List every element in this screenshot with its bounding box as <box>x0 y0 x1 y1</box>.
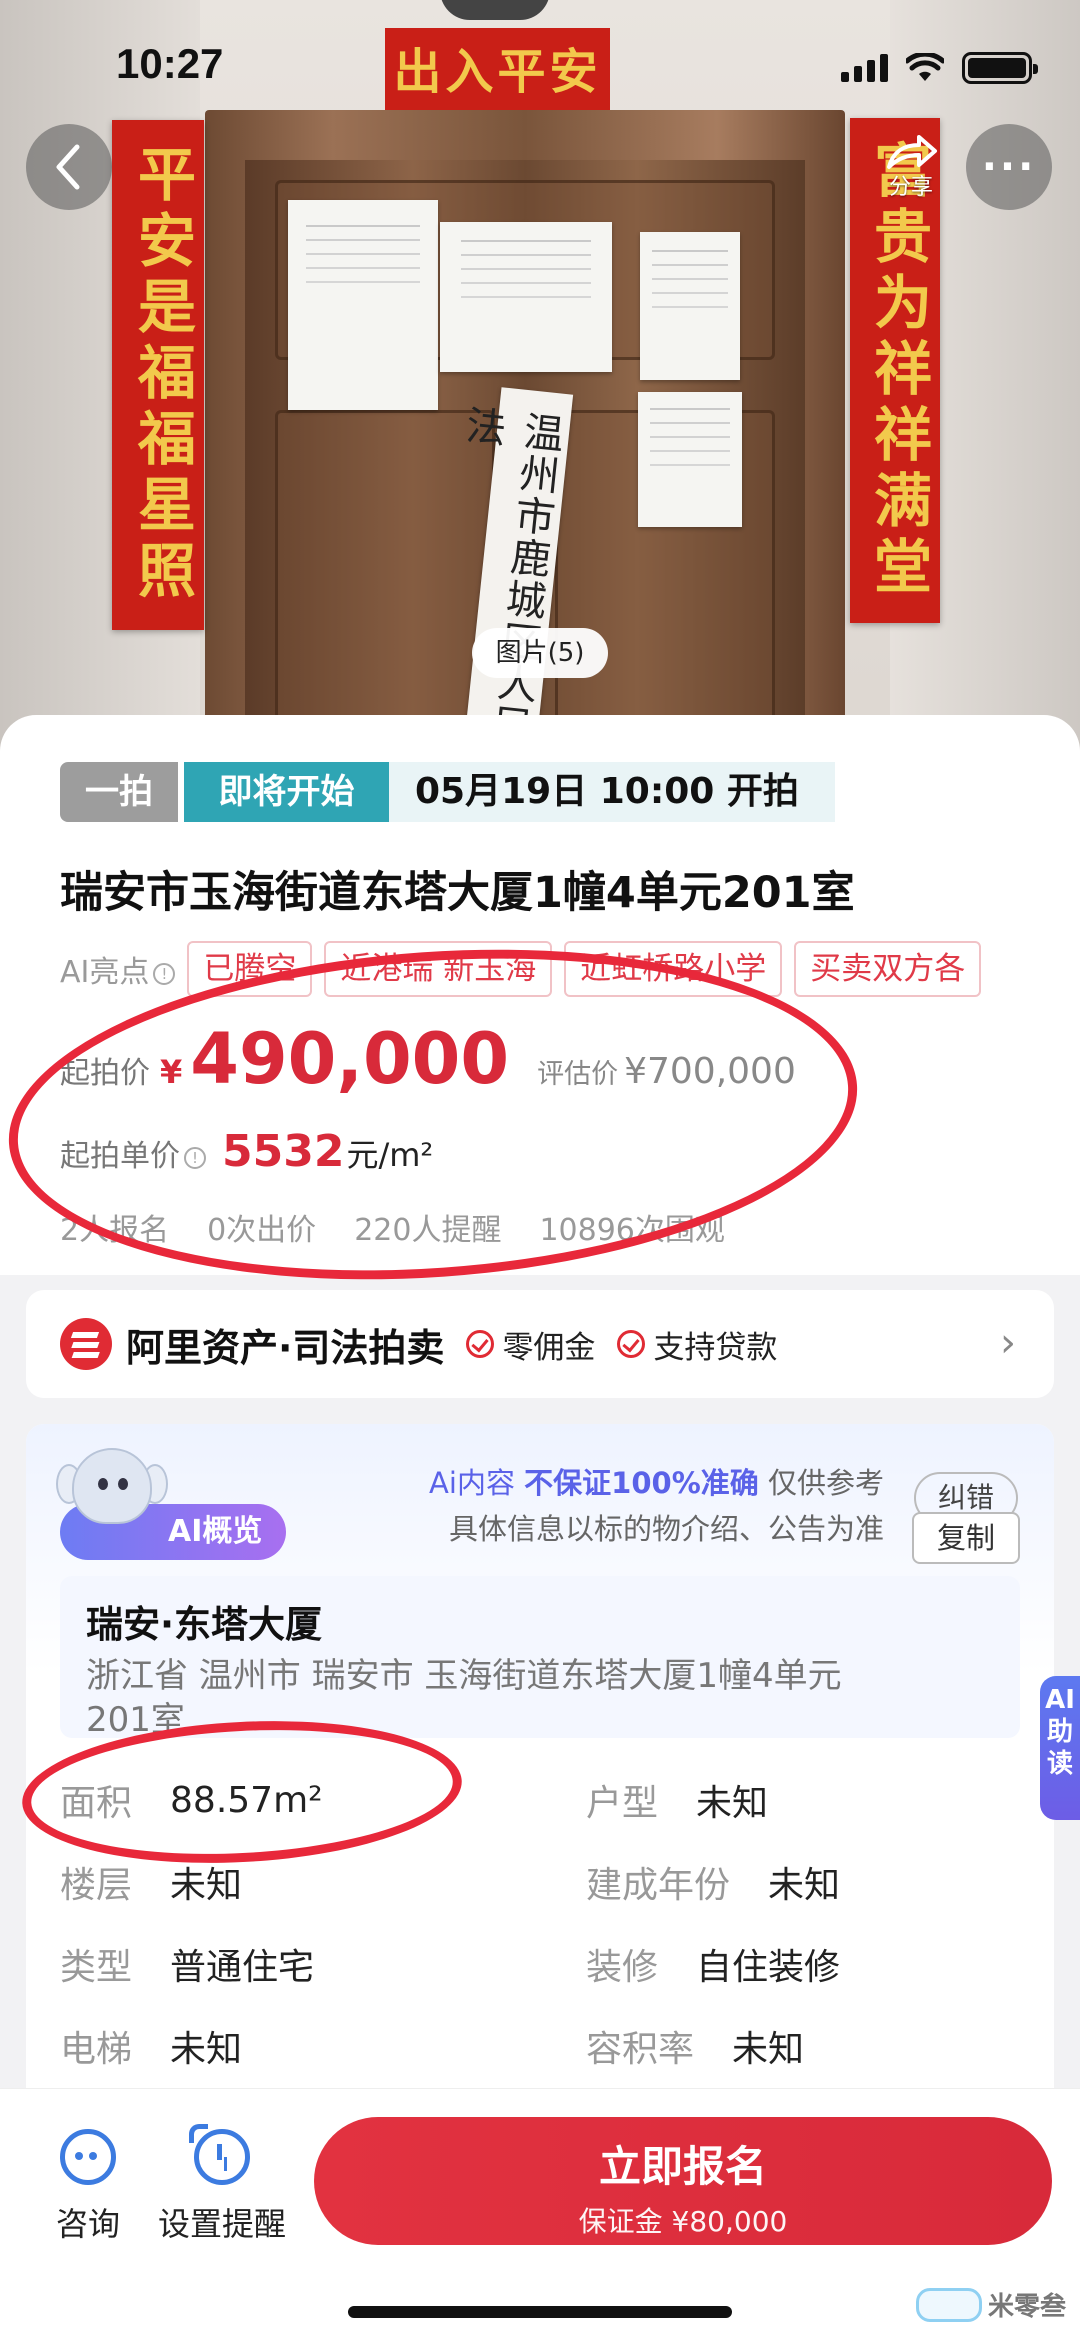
wifi-icon <box>906 53 944 81</box>
door-panel-left <box>275 410 495 740</box>
attr-area: 面积 88.57m² <box>60 1779 323 1825</box>
share-button[interactable]: 分享 <box>868 124 954 210</box>
home-indicator[interactable] <box>348 2306 732 2318</box>
unit-price: 5532 <box>222 1126 345 1177</box>
elephant-mascot-icon <box>56 1442 168 1552</box>
reminder-label: 设置提醒 <box>158 2205 287 2243</box>
status-icons <box>841 52 1038 84</box>
more-button[interactable]: ··· <box>966 124 1052 210</box>
back-button[interactable] <box>26 124 112 210</box>
property-title: 瑞安市玉海街道东塔大厦1幢4单元201室 <box>60 868 855 918</box>
watermark-logo-icon <box>915 2287 982 2322</box>
ai-highlights-label: AI亮点! <box>60 947 176 991</box>
highlight-chip: 近虹桥路小学 <box>564 941 783 997</box>
status-time: 10:27 <box>116 40 224 87</box>
perk-loan-support: 支持贷款 <box>653 1329 778 1366</box>
bid-count: 0次出价 <box>207 1213 317 1248</box>
attr-decoration: 装修 自住装修 <box>586 1947 841 1988</box>
consult-label: 咨询 <box>56 2205 121 2243</box>
round-tag: 一拍 <box>60 762 178 822</box>
highlight-chip: 近港瑞 新玉海 <box>324 941 553 997</box>
ai-disclaimer-line2: 具体信息以标的物介绍、公告为准 <box>448 1512 884 1546</box>
attr-elevator: 电梯 未知 <box>60 2029 243 2070</box>
ai-disclaimer-line1: Ai内容 不保证100%准确 仅供参考 <box>429 1466 884 1500</box>
community-name: 瑞安·东塔大厦 <box>86 1603 323 1646</box>
attr-floor: 楼层 未知 <box>60 1865 243 1906</box>
eval-price: ¥700,000 <box>624 1051 796 1092</box>
currency-symbol: ¥ <box>160 1053 183 1091</box>
start-price-label: 起拍价 <box>60 1056 150 1091</box>
signup-label: 立即报名 <box>598 2142 767 2191</box>
ai-overview-card: AI概览 Ai内容 不保证100%准确 仅供参考 具体信息以标的物介绍、公告为准… <box>26 1424 1054 2114</box>
ai-reading-tab[interactable]: AI助读 <box>1040 1676 1080 1820</box>
alarm-clock-icon <box>189 2124 250 2185</box>
info-icon[interactable]: ! <box>153 962 176 985</box>
unit-price-label: 起拍单价! <box>60 1131 206 1175</box>
status-tag: 即将开始 <box>184 762 389 822</box>
ali-assets-logo-icon <box>60 1318 112 1370</box>
notice-paper <box>440 222 612 372</box>
battery-icon <box>962 52 1038 84</box>
highlight-chip: 已腾空 <box>187 941 313 997</box>
watermark-text: 米零叁 <box>987 2292 1066 2322</box>
notice-paper <box>638 392 742 527</box>
start-time: 05月19日 10:00 开拍 <box>389 762 835 822</box>
chevron-left-icon <box>56 144 80 190</box>
attr-layout: 户型 未知 <box>586 1783 769 1824</box>
highlight-chip: 买卖双方各 <box>794 941 982 997</box>
view-count: 10896次围观 <box>539 1213 725 1248</box>
brand-bar[interactable]: 阿里资产·司法拍卖 零佣金 支持贷款 › <box>26 1290 1054 1398</box>
watermark: 米零叁 <box>915 2286 1066 2323</box>
copy-address-button[interactable]: 复制 <box>912 1512 1020 1564</box>
full-address: 浙江省 温州市 瑞安市 玉海街道东塔大厦1幢4单元201室 <box>86 1656 842 1740</box>
photo-count-badge[interactable]: 图片(5) <box>472 628 608 678</box>
reminder-count: 220人提醒 <box>354 1213 502 1248</box>
attr-plot-ratio: 容积率 未知 <box>586 2029 805 2070</box>
couplet-left: 平安是福福星照 <box>112 120 204 630</box>
signal-icon <box>841 54 888 82</box>
info-icon[interactable]: ! <box>184 1146 206 1169</box>
unit-price-unit: 元/m² <box>346 1136 434 1174</box>
property-photo[interactable]: 出入平安 温州市鹿城区人民法 平安是福福星照 富贵为祥祥满堂 10:27 分享 … <box>0 0 1080 760</box>
consult-button[interactable]: 咨询 <box>56 2129 120 2245</box>
price-row: 起拍价 ¥ 490,000 评估价 ¥700,000 <box>60 1018 796 1100</box>
deposit-text: 保证金 ¥80,000 <box>578 2205 788 2238</box>
share-label: 分享 <box>888 175 933 200</box>
set-reminder-button[interactable]: 设置提醒 <box>158 2124 287 2245</box>
notice-paper <box>640 232 740 380</box>
brand-name: 阿里资产·司法拍卖 <box>126 1325 445 1370</box>
start-price: 490,000 <box>190 1018 510 1100</box>
address-box: 瑞安·东塔大厦 浙江省 温州市 瑞安市 玉海街道东塔大厦1幢4单元201室 <box>60 1576 1020 1740</box>
stats-row: 2人报名 0次出价 220人提醒 10896次围观 <box>60 1205 725 1249</box>
attr-type: 类型 普通住宅 <box>60 1947 315 1988</box>
headset-icon <box>60 2129 116 2185</box>
chevron-right-icon: › <box>1000 1320 1016 1366</box>
auction-tag-row: 一拍 即将开始 05月19日 10:00 开拍 <box>60 762 835 822</box>
door-banner: 出入平安 <box>385 28 610 116</box>
perk-zero-commission: 零佣金 <box>502 1329 596 1366</box>
share-icon <box>887 135 937 169</box>
attr-build-year: 建成年份 未知 <box>586 1865 841 1906</box>
ai-highlights-row[interactable]: AI亮点! 已腾空 近港瑞 新玉海 近虹桥路小学 买卖双方各 <box>60 940 1080 998</box>
signup-now-button[interactable]: 立即报名 保证金 ¥80,000 <box>314 2117 1052 2245</box>
unit-price-row: 起拍单价! 5532 元/m² <box>60 1126 433 1177</box>
signup-count: 2人报名 <box>60 1213 170 1248</box>
check-circle-icon <box>617 1330 646 1358</box>
eval-price-label: 评估价 <box>537 1059 619 1090</box>
wall-clock <box>440 0 550 20</box>
check-circle-icon <box>466 1330 495 1358</box>
notice-paper <box>288 200 438 410</box>
